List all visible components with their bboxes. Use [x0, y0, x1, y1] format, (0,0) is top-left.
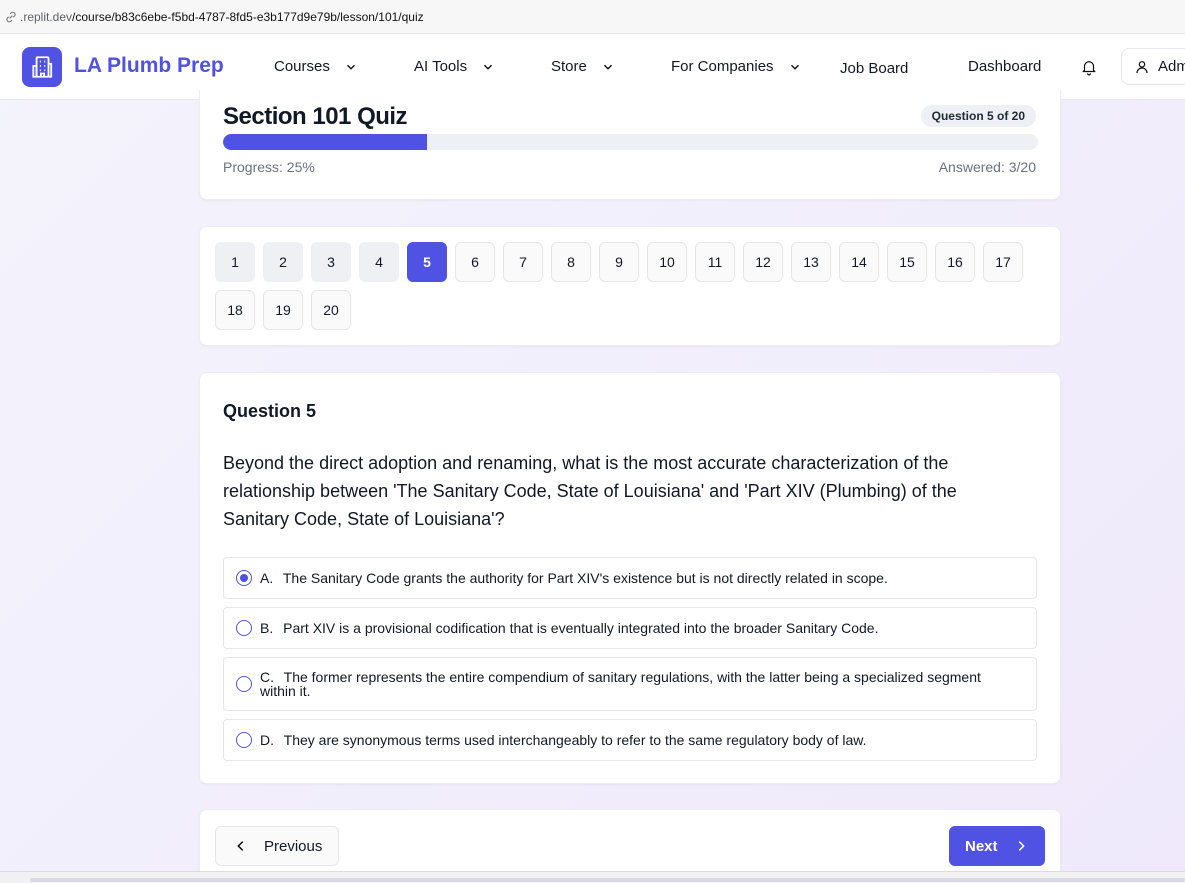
- question-number-button[interactable]: 14: [839, 242, 879, 282]
- chevron-down-icon: [603, 64, 612, 70]
- next-label: Next: [965, 837, 998, 855]
- answer-option-a[interactable]: A. The Sanitary Code grants the authorit…: [223, 557, 1037, 599]
- radio-button[interactable]: [236, 570, 252, 586]
- question-number-button[interactable]: 19: [263, 290, 303, 330]
- chevron-left-icon: [237, 841, 244, 851]
- radio-button[interactable]: [236, 620, 252, 636]
- question-number-button[interactable]: 18: [215, 290, 255, 330]
- link-icon: [6, 11, 16, 22]
- question-number-button[interactable]: 15: [887, 242, 927, 282]
- nav-ai-tools-label: AI Tools: [414, 58, 468, 75]
- nav-courses-label: Courses: [274, 58, 330, 75]
- question-number-button[interactable]: 20: [311, 290, 351, 330]
- question-number-button[interactable]: 10: [647, 242, 687, 282]
- question-label: Question 5: [223, 401, 317, 421]
- question-number-button[interactable]: 8: [551, 242, 591, 282]
- building-icon: [32, 56, 53, 78]
- user-icon: [1136, 60, 1148, 73]
- progress-bar-fill: [223, 134, 427, 150]
- answered-label: Answered: 3/20: [938, 159, 1036, 175]
- answer-option-d[interactable]: D. They are synonymous terms used interc…: [223, 719, 1037, 761]
- question-navigator: 1 2 3 4 5 6 7 8 9 10 11 12 13 14 15 16 17 18 19 20: [215, 242, 1035, 330]
- account-button[interactable]: Adm: [1121, 48, 1185, 85]
- question-navigator-card: 1 2 3 4 5 6 7 8 9 10 11 12 13 14 15 16 17 18 19 20: [199, 226, 1061, 346]
- option-text: B. Part XIV is a provisional codificatio…: [260, 620, 879, 636]
- radio-button[interactable]: [236, 732, 252, 748]
- option-text: A. The Sanitary Code grants the authorit…: [260, 570, 888, 586]
- url-host: .replit.dev: [20, 9, 73, 24]
- option-text: C. The former represents the entire comp…: [260, 669, 981, 699]
- nav-dashboard-label: Dashboard: [968, 58, 1042, 75]
- nav-for-companies[interactable]: For Companies: [671, 58, 802, 75]
- question-text: Beyond the direct adoption and renaming,…: [223, 453, 957, 529]
- question-number-button[interactable]: 4: [359, 242, 399, 282]
- nav-job-board-label: Job Board: [840, 60, 909, 77]
- question-card: Question 5 Beyond the direct adoption an…: [199, 372, 1061, 784]
- nav-courses[interactable]: Courses: [274, 58, 358, 75]
- question-number-button[interactable]: 9: [599, 242, 639, 282]
- previous-button[interactable]: Previous: [215, 826, 339, 866]
- question-number-button[interactable]: 7: [503, 242, 543, 282]
- question-number-button[interactable]: 2: [263, 242, 303, 282]
- chevron-right-icon: [1018, 841, 1025, 851]
- nav-job-board[interactable]: Job Board: [840, 60, 908, 77]
- question-number-button[interactable]: 6: [455, 242, 495, 282]
- progress-bar: [223, 134, 1038, 150]
- chevron-down-icon: [790, 64, 799, 70]
- horizontal-scrollbar[interactable]: [0, 871, 1185, 883]
- question-number-button[interactable]: 16: [935, 242, 975, 282]
- bell-icon[interactable]: [1080, 58, 1098, 76]
- question-count-badge: Question 5 of 20: [920, 105, 1036, 127]
- question-number-button[interactable]: 5: [407, 242, 447, 282]
- question-number-button[interactable]: 13: [791, 242, 831, 282]
- nav-for-companies-label: For Companies: [671, 58, 774, 75]
- scrollbar-thumb[interactable]: [30, 878, 1185, 882]
- url-path: /course/b83c6ebe-f5bd-4787-8fd5-e3b177d9…: [72, 9, 424, 24]
- logo[interactable]: [22, 47, 62, 87]
- address-bar[interactable]: .replit.dev/course/b83c6ebe-f5bd-4787-8f…: [0, 0, 1185, 34]
- nav-store-label: Store: [551, 58, 587, 75]
- chevron-down-icon: [346, 64, 355, 70]
- nav-ai-tools[interactable]: AI Tools: [414, 58, 495, 75]
- nav-dashboard[interactable]: Dashboard: [968, 58, 1041, 75]
- account-label: Adm: [1158, 58, 1185, 75]
- nav-store[interactable]: Store: [551, 58, 615, 75]
- next-button[interactable]: Next: [949, 826, 1045, 866]
- brand-name[interactable]: LA Plumb Prep: [74, 54, 224, 78]
- chevron-down-icon: [484, 64, 493, 70]
- quiz-header-card: Section 101 Quiz Question 5 of 20 Progre…: [199, 90, 1061, 200]
- question-number-button[interactable]: 1: [215, 242, 255, 282]
- question-number-button[interactable]: 12: [743, 242, 783, 282]
- question-number-button[interactable]: 11: [695, 242, 735, 282]
- option-text: D. They are synonymous terms used interc…: [260, 732, 867, 748]
- question-number-button[interactable]: 3: [311, 242, 351, 282]
- question-number-button[interactable]: 17: [983, 242, 1023, 282]
- answer-option-b[interactable]: B. Part XIV is a provisional codificatio…: [223, 607, 1037, 649]
- progress-label: Progress: 25%: [223, 159, 315, 175]
- page-title: Section 101 Quiz: [223, 103, 408, 130]
- answer-option-c[interactable]: C. The former represents the entire comp…: [223, 657, 1037, 711]
- previous-label: Previous: [264, 837, 323, 855]
- radio-button[interactable]: [236, 676, 252, 692]
